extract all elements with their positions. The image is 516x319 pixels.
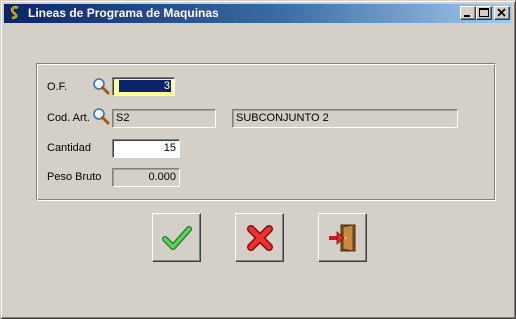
close-icon	[497, 8, 506, 17]
minimize-icon	[464, 15, 470, 17]
close-button[interactable]	[494, 6, 510, 20]
red-x-icon	[247, 225, 273, 251]
of-value: 3	[119, 80, 171, 92]
form-group-panel: O.F. 3 Cod. Art. S2 SUBCONJUNTO 2 Cantid…	[36, 63, 496, 201]
minimize-button[interactable]	[460, 6, 476, 20]
cantidad-label: Cantidad	[47, 142, 92, 154]
magnifier-icon[interactable]	[92, 77, 110, 95]
peso-bruto-field: 0.000	[112, 168, 180, 187]
main-window: Lineas de Programa de Maquinas O.F. 3 Co…	[0, 0, 516, 319]
of-label: O.F.	[47, 81, 68, 93]
of-input[interactable]: 3	[112, 77, 175, 96]
magnifier-icon[interactable]	[92, 107, 110, 125]
exit-door-icon	[329, 224, 356, 252]
app-s-icon	[10, 6, 19, 20]
cod-art-code-field[interactable]: S2	[112, 109, 216, 128]
title-bar[interactable]: Lineas de Programa de Maquinas	[4, 4, 512, 23]
green-check-icon	[162, 226, 192, 250]
ok-button[interactable]	[152, 213, 201, 262]
peso-bruto-label: Peso Bruto	[47, 171, 102, 183]
window-title: Lineas de Programa de Maquinas	[28, 6, 219, 20]
cancel-button[interactable]	[235, 213, 284, 262]
cantidad-input[interactable]: 15	[112, 139, 180, 158]
maximize-icon	[479, 8, 489, 17]
cod-art-description-field: SUBCONJUNTO 2	[232, 109, 458, 128]
maximize-button[interactable]	[476, 6, 492, 20]
cod-art-label: Cod. Art.	[47, 112, 90, 124]
exit-button[interactable]	[318, 213, 367, 262]
